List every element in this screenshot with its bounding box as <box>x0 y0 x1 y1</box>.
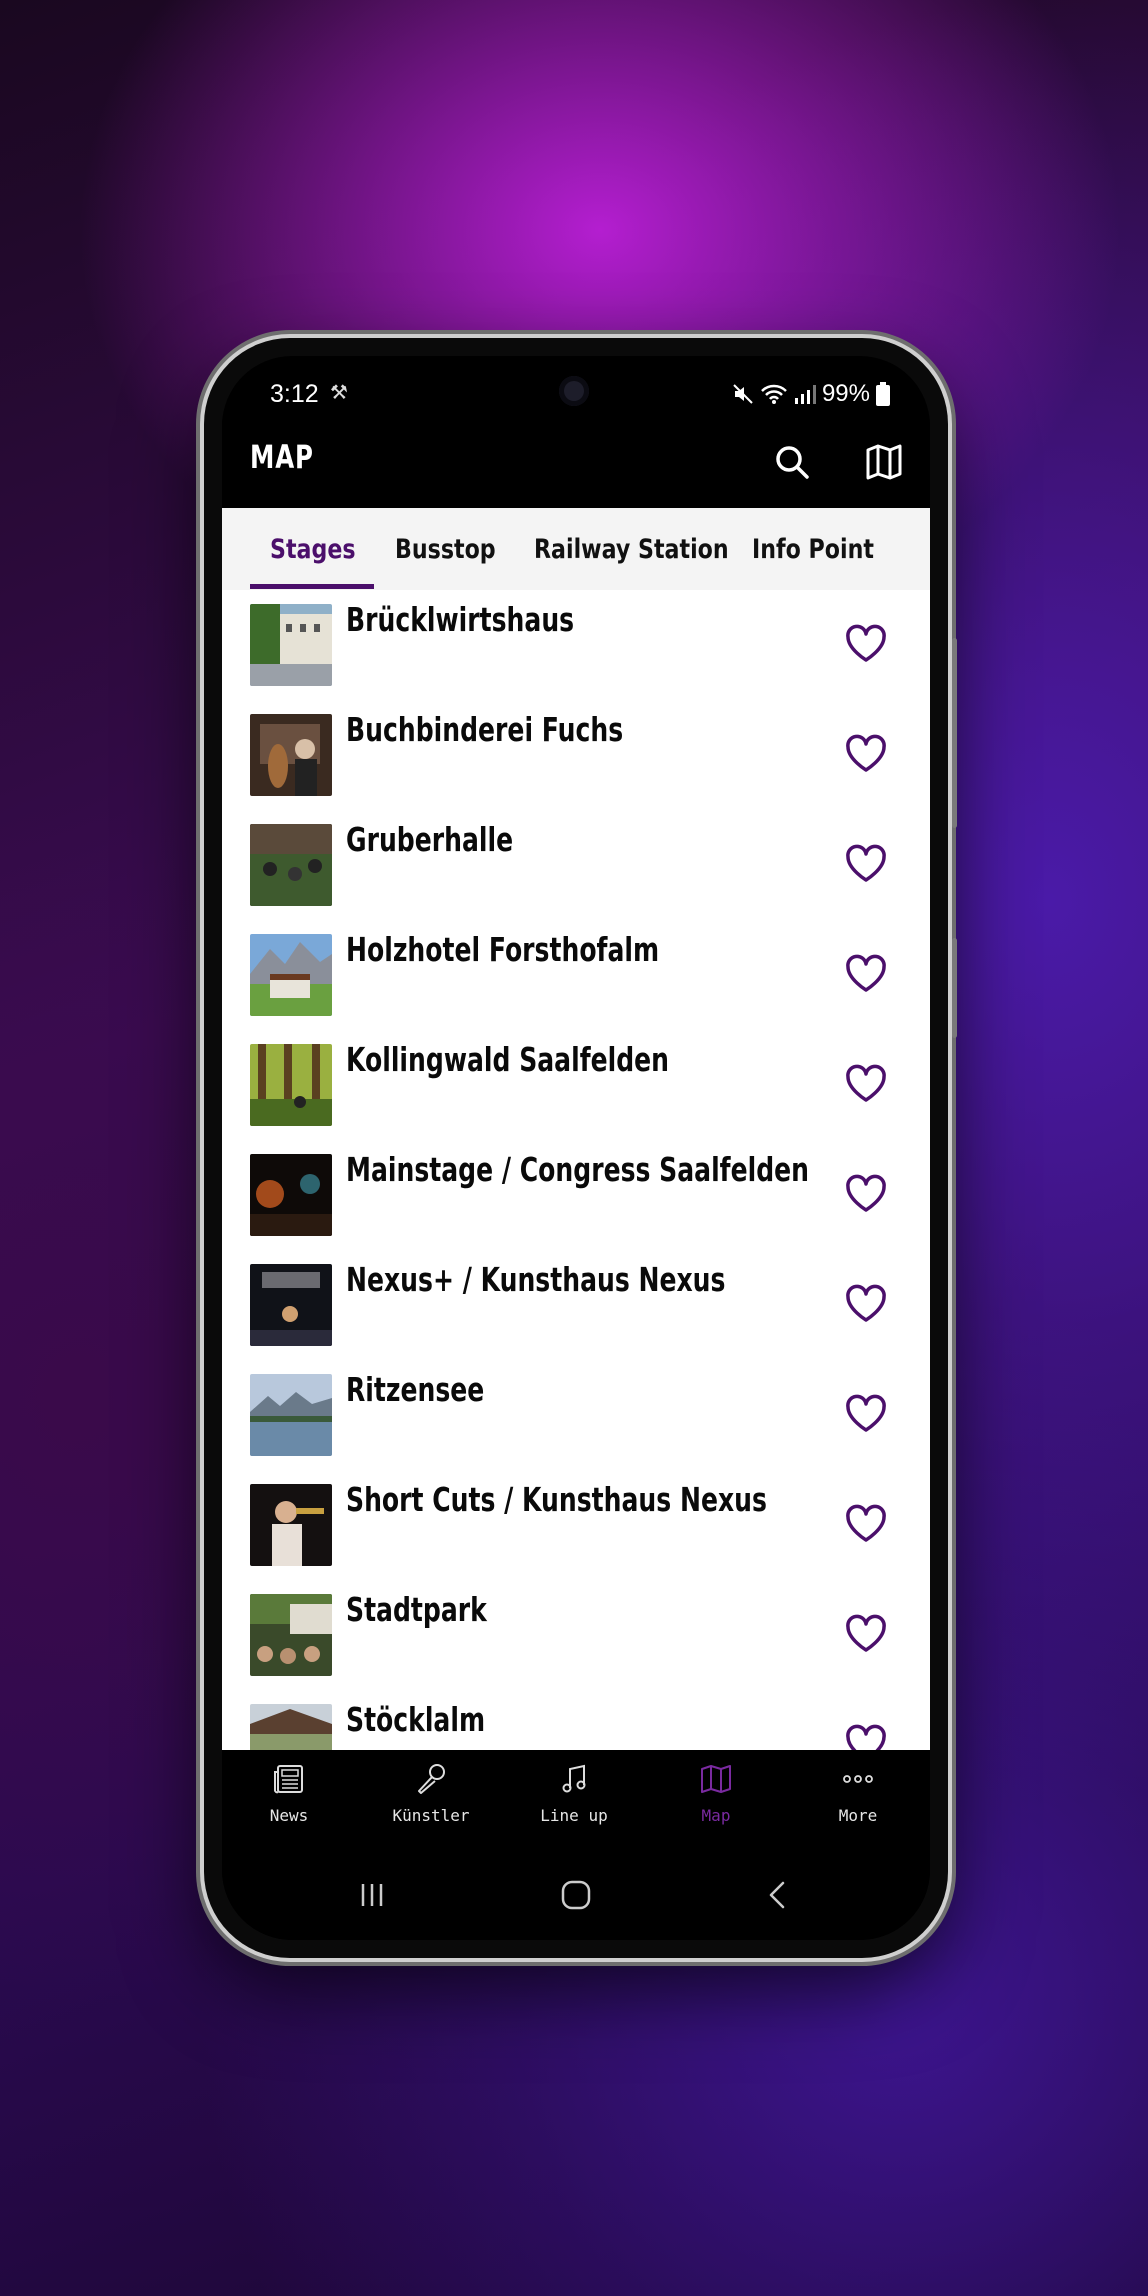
favorite-heart-icon[interactable] <box>844 1394 888 1434</box>
favorite-heart-icon[interactable] <box>844 844 888 884</box>
tab-railway-station[interactable]: Railway Station <box>534 508 771 590</box>
stage-thumbnail <box>250 604 332 686</box>
list-item[interactable]: Nexus+ / Kunsthaus Nexus <box>222 1250 930 1360</box>
category-tabs: Stages Busstop Railway Station Info Poin… <box>222 508 930 591</box>
list-item[interactable]: Gruberhalle <box>222 810 930 920</box>
nav-label: News <box>269 1806 309 1825</box>
list-item[interactable]: Buchbinderei Fuchs <box>222 700 930 810</box>
newspaper-icon <box>274 1765 303 1794</box>
status-right: 99% <box>732 380 890 408</box>
back-icon[interactable] <box>761 1878 795 1912</box>
tab-stages[interactable]: Stages <box>270 508 374 590</box>
favorite-heart-icon[interactable] <box>844 1174 888 1214</box>
volume-button <box>952 638 957 828</box>
battery-icon <box>876 382 890 406</box>
nav-label: Map <box>701 1806 731 1825</box>
list-item[interactable]: Mainstage / Congress Saalfelden <box>222 1140 930 1250</box>
stage-name: Buchbinderei Fuchs <box>346 710 624 749</box>
status-bar: 3:12 ⚒ 99% <box>222 356 930 416</box>
list-item[interactable]: Brücklwirtshaus <box>222 590 930 700</box>
list-item[interactable]: Stadtpark <box>222 1580 930 1690</box>
favorite-heart-icon[interactable] <box>844 1724 888 1750</box>
nav-more[interactable]: More <box>798 1762 918 1852</box>
stage-thumbnail <box>250 1374 332 1456</box>
list-item[interactable]: Holzhotel Forsthofalm <box>222 920 930 1030</box>
stage-name: Holzhotel Forsthofalm <box>346 930 660 969</box>
nav-line-up[interactable]: Line up <box>514 1762 634 1852</box>
stage-name: Nexus+ / Kunsthaus Nexus <box>346 1260 726 1299</box>
magic-wand-icon: ⚒ <box>330 380 348 404</box>
stage-thumbnail <box>250 1484 332 1566</box>
front-camera <box>559 376 589 406</box>
tab-indicator <box>250 584 374 589</box>
home-icon[interactable] <box>559 1878 593 1912</box>
screen: 3:12 ⚒ 99% MAP Stages Busstop Railway St… <box>222 356 930 1940</box>
favorite-heart-icon[interactable] <box>844 624 888 664</box>
power-button <box>952 938 957 1038</box>
microphone-icon <box>418 1764 445 1794</box>
favorite-heart-icon[interactable] <box>844 734 888 774</box>
battery-percent: 99% <box>821 380 870 407</box>
stage-thumbnail <box>250 824 332 906</box>
stage-name: Kollingwald Saalfelden <box>346 1040 670 1079</box>
stage-thumbnail <box>250 1264 332 1346</box>
favorite-heart-icon[interactable] <box>844 1614 888 1654</box>
stage-name: Mainstage / Congress Saalfelden <box>346 1150 810 1189</box>
stage-thumbnail <box>250 1594 332 1676</box>
page-title: MAP <box>250 438 314 476</box>
stage-thumbnail <box>250 1044 332 1126</box>
favorite-heart-icon[interactable] <box>844 1504 888 1544</box>
nav-label: Line up <box>540 1806 608 1825</box>
bottom-nav: News Künstler Line up Map More <box>222 1750 930 1860</box>
music-note-icon <box>562 1764 586 1793</box>
stage-thumbnail <box>250 1154 332 1236</box>
stage-thumbnail <box>250 714 332 796</box>
stage-thumbnail <box>250 934 332 1016</box>
recent-apps-icon[interactable] <box>355 1878 389 1912</box>
phone-frame: 3:12 ⚒ 99% MAP Stages Busstop Railway St… <box>204 338 957 1958</box>
stage-thumbnail <box>250 1704 332 1750</box>
signal-icon <box>794 385 816 404</box>
favorite-heart-icon[interactable] <box>844 954 888 994</box>
tab-info-point[interactable]: Info Point <box>752 508 901 590</box>
stage-name: Brücklwirtshaus <box>346 600 575 639</box>
nav-label: More <box>838 1806 878 1825</box>
list-item[interactable]: Ritzensee <box>222 1360 930 1470</box>
system-nav-bar <box>222 1860 930 1940</box>
stage-name: Stadtpark <box>346 1590 487 1629</box>
map-view-icon[interactable] <box>862 440 906 484</box>
stage-name: Short Cuts / Kunsthaus Nexus <box>346 1480 767 1519</box>
favorite-heart-icon[interactable] <box>844 1284 888 1324</box>
search-icon[interactable] <box>770 440 814 484</box>
list-item[interactable]: Stöcklalm <box>222 1690 930 1750</box>
stage-name: Stöcklalm <box>346 1700 486 1739</box>
nav-kuenstler[interactable]: Künstler <box>371 1762 491 1852</box>
stage-name: Gruberhalle <box>346 820 514 859</box>
mute-icon <box>733 384 753 404</box>
stage-list: Brücklwirtshaus Buchbinderei Fuchs Grube… <box>222 590 930 1750</box>
nav-label: Künstler <box>392 1806 470 1825</box>
tab-busstop[interactable]: Busstop <box>395 508 518 590</box>
favorite-heart-icon[interactable] <box>844 1064 888 1104</box>
nav-map[interactable]: Map <box>656 1762 776 1852</box>
list-item[interactable]: Kollingwald Saalfelden <box>222 1030 930 1140</box>
nav-news[interactable]: News <box>229 1762 349 1852</box>
stage-name: Ritzensee <box>346 1370 485 1409</box>
wifi-icon <box>761 384 787 404</box>
app-bar: MAP <box>222 416 930 508</box>
status-time: 3:12 <box>270 380 319 408</box>
list-item[interactable]: Short Cuts / Kunsthaus Nexus <box>222 1470 930 1580</box>
map-icon <box>701 1765 731 1793</box>
more-dots-icon <box>843 1775 873 1783</box>
